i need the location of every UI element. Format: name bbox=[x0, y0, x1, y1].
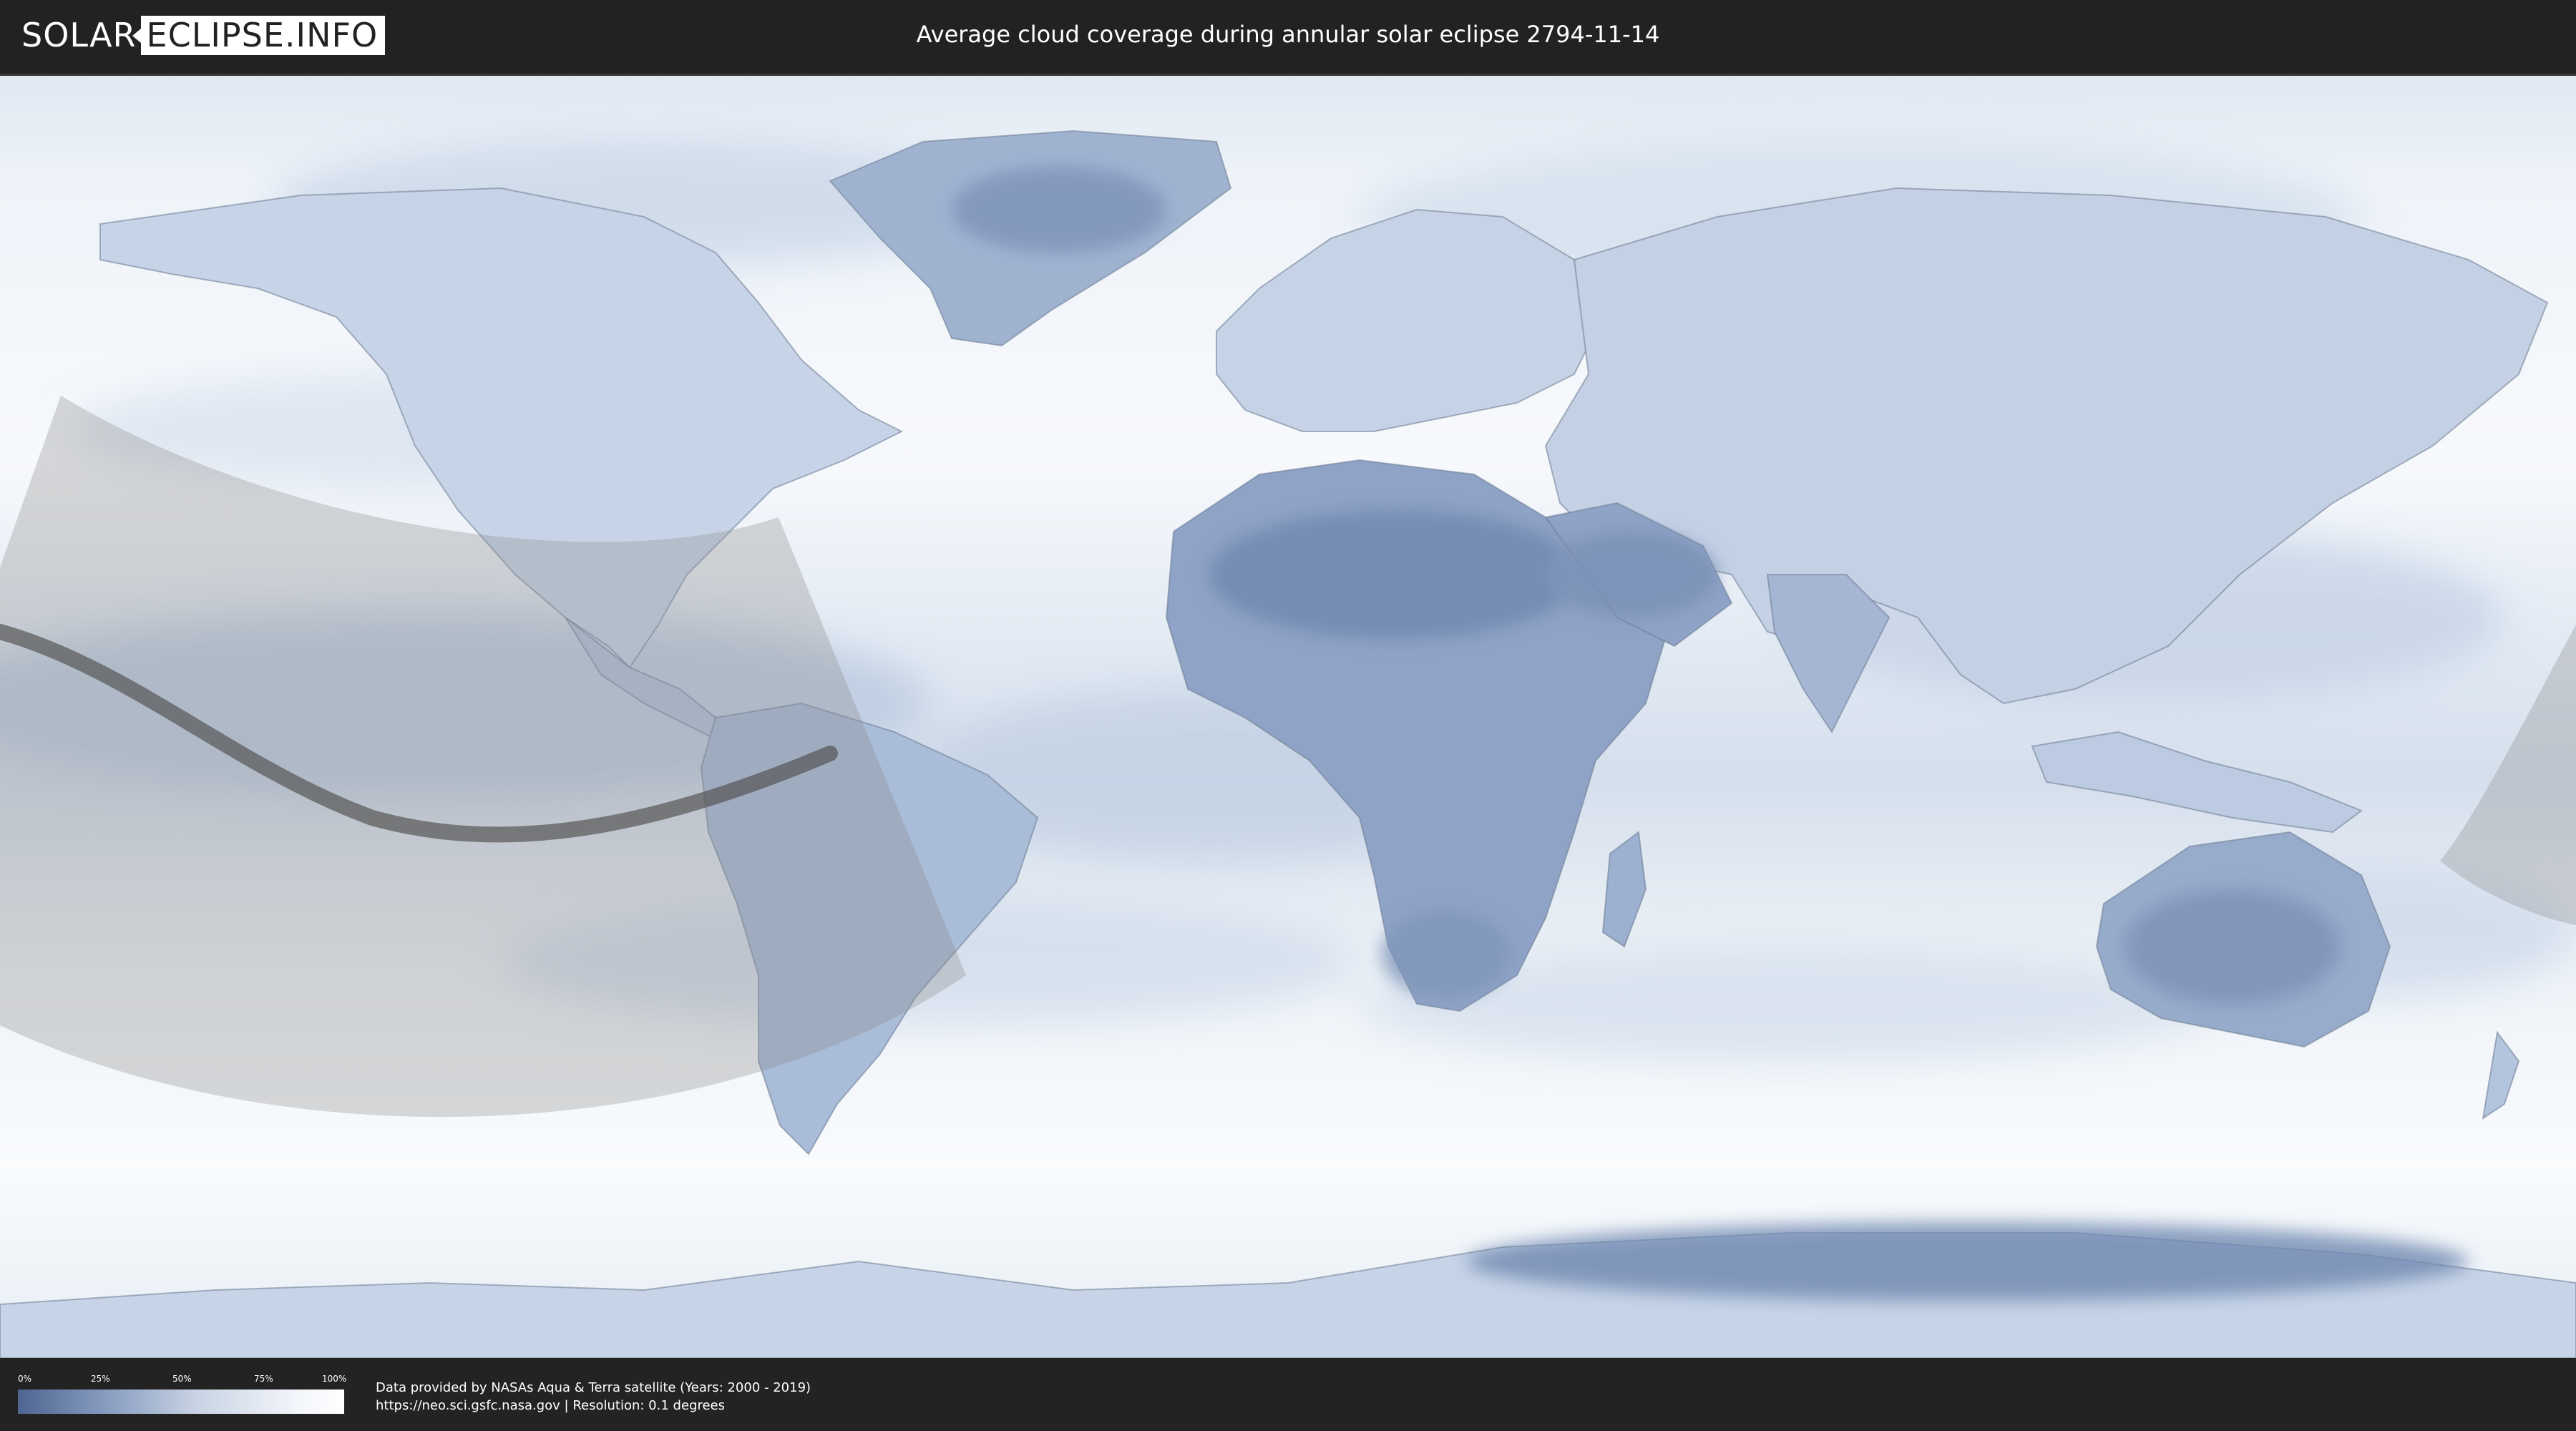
legend-tick-100: 100% bbox=[322, 1374, 347, 1384]
data-credits: Data provided by NASAs Aqua & Terra sate… bbox=[376, 1379, 811, 1415]
legend-tick-75: 75% bbox=[254, 1374, 273, 1384]
source-line[interactable]: https://neo.sci.gsfc.nasa.gov | Resoluti… bbox=[376, 1397, 811, 1415]
header-bar: SOLAR ECLIPSE.INFO Average cloud coverag… bbox=[0, 0, 2576, 72]
footer-bar: 0% 25% 50% 75% 100% Data provided by NAS… bbox=[0, 1358, 2576, 1431]
map-top-border bbox=[0, 74, 2576, 76]
legend-color-bar bbox=[18, 1390, 344, 1414]
cloud-coverage-map[interactable] bbox=[0, 74, 2576, 1358]
legend-tick-50: 50% bbox=[172, 1374, 192, 1384]
credit-line: Data provided by NASAs Aqua & Terra sate… bbox=[376, 1380, 811, 1395]
map-canvas bbox=[0, 74, 2576, 1358]
page-title: Average cloud coverage during annular so… bbox=[916, 21, 1660, 48]
legend-tick-0: 0% bbox=[18, 1374, 32, 1384]
legend-tick-25: 25% bbox=[91, 1374, 110, 1384]
